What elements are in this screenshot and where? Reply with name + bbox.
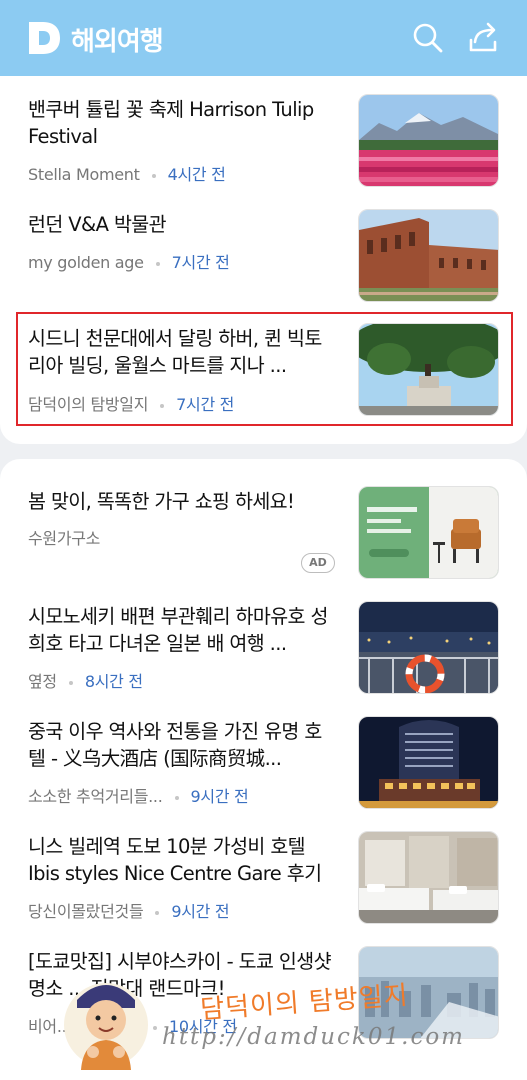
share-icon[interactable]: [464, 20, 502, 56]
article-thumbnail[interactable]: [358, 94, 499, 187]
article-meta: my golden age 7시간 전: [28, 249, 230, 273]
article-title[interactable]: 니스 빌레역 도보 10분 가성비 호텔 Ibis styles Nice Ce…: [28, 833, 338, 889]
article-source: 당신이몰랐던것들: [28, 902, 144, 921]
separator-dot: [155, 910, 160, 915]
article-meta: 당신이몰랐던것들 9시간 전: [28, 898, 230, 922]
article-title[interactable]: 밴쿠버 튤립 꽃 축제 Harrison Tulip Festival: [28, 96, 338, 152]
search-icon[interactable]: [410, 20, 446, 56]
article-source: 소소한 추억거리들...: [28, 787, 163, 806]
app-bar: 해외여행: [0, 0, 527, 76]
ad-badge: AD: [301, 553, 335, 573]
article-source: my golden age: [28, 253, 144, 272]
article-source: Stella Moment: [28, 165, 140, 184]
separator-dot: [174, 795, 179, 800]
article-title[interactable]: 런던 V&A 박물관: [28, 211, 338, 239]
article-time: 7시간 전: [171, 253, 230, 272]
ad-source: 수원가구소: [28, 529, 101, 548]
article-time: 9시간 전: [171, 902, 230, 921]
article-thumbnail[interactable]: [358, 831, 499, 924]
article-time: 4시간 전: [167, 165, 226, 184]
highlight-box: [16, 312, 513, 426]
ad-title[interactable]: 봄 맞이, 똑똑한 가구 쇼핑 하세요!: [28, 488, 338, 516]
separator-dot: [152, 1025, 157, 1030]
separator-dot: [151, 173, 156, 178]
article-meta: Stella Moment 4시간 전: [28, 161, 226, 185]
article-thumbnail[interactable]: [358, 209, 499, 302]
article-meta: 소소한 추억거리들... 9시간 전: [28, 783, 249, 807]
app-title: 해외여행: [71, 27, 164, 57]
article-time: 9시간 전: [190, 787, 249, 806]
watermark-avatar: [64, 983, 148, 1070]
separator-dot: [155, 261, 160, 266]
article-time: 8시간 전: [84, 672, 143, 691]
article-title[interactable]: 중국 이우 역사와 전통을 가진 유명 호텔 - 义乌大酒店 (国际商贸城...: [28, 718, 338, 774]
article-thumbnail[interactable]: [358, 716, 499, 809]
ad-thumbnail[interactable]: [358, 486, 499, 579]
article-title[interactable]: 시모노세키 배편 부관훼리 하마유호 성희호 타고 다녀온 일본 배 여행 ..…: [28, 603, 338, 659]
article-thumbnail[interactable]: [358, 601, 499, 694]
separator-dot: [68, 680, 73, 685]
article-source: 옆정: [28, 672, 57, 691]
daum-d-logo-icon[interactable]: [26, 20, 62, 56]
article-meta: 옆정 8시간 전: [28, 668, 143, 692]
watermark-url: http://damduck01.com: [162, 1024, 465, 1050]
